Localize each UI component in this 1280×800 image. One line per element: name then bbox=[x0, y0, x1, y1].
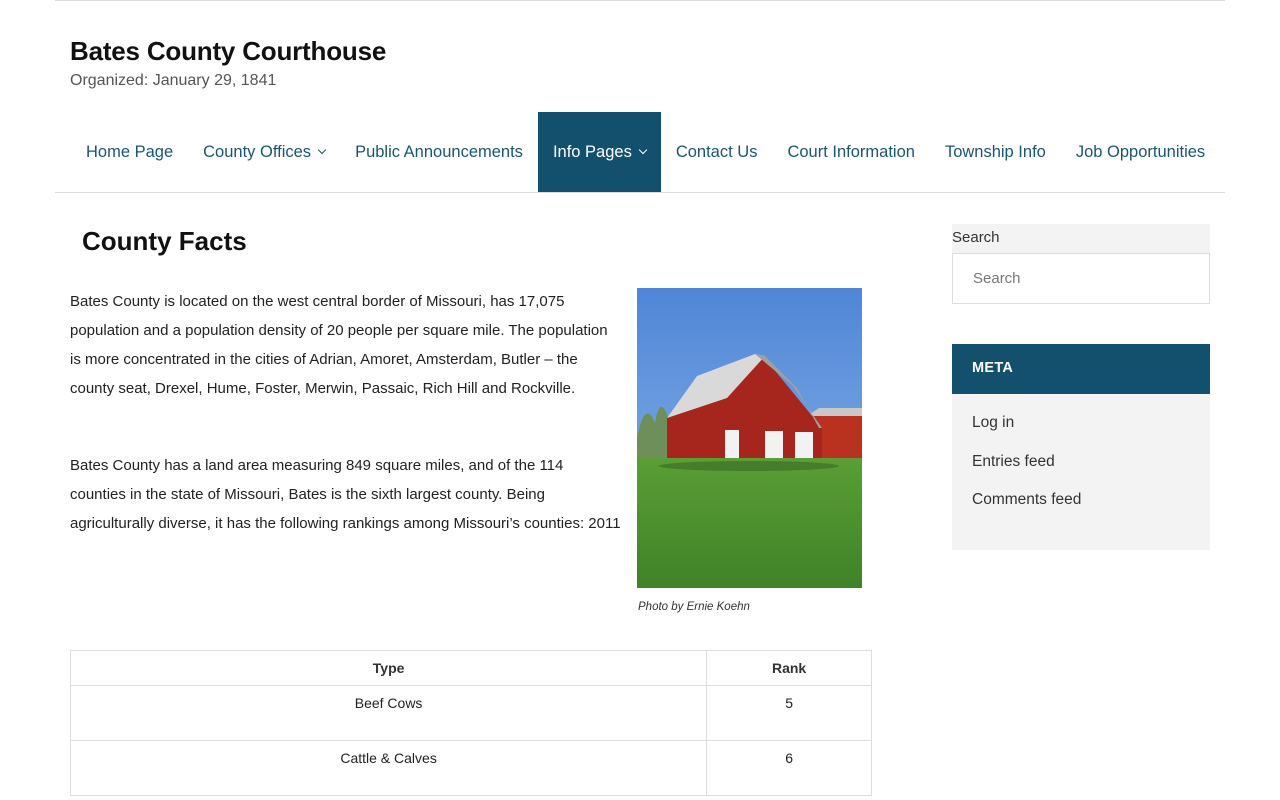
meta-links: Log in Entries feed Comments feed bbox=[952, 394, 1210, 530]
table-row: Beef Cows 5 bbox=[69, 685, 872, 741]
photo-caption: Photo by Ernie Koehn bbox=[638, 601, 750, 613]
entries-feed-link[interactable]: Entries feed bbox=[972, 453, 1210, 492]
main-navigation: Home Page County Offices Public Announce… bbox=[55, 112, 1225, 193]
nav-item-public-announcements[interactable]: Public Announcements bbox=[340, 112, 538, 192]
site-tagline: Organized: January 29, 1841 bbox=[70, 72, 277, 89]
barn-photo bbox=[637, 288, 862, 588]
table-cell-type: Cattle & Calves bbox=[69, 740, 708, 796]
site-title[interactable]: Bates County Courthouse bbox=[70, 36, 386, 67]
nav-item-label: Info Pages bbox=[552, 142, 632, 161]
table-cell-rank: 5 bbox=[706, 685, 872, 741]
nav-item-court-information[interactable]: Court Information bbox=[772, 112, 929, 192]
nav-item-label: Township Info bbox=[944, 142, 1046, 161]
search-widget: Search bbox=[952, 224, 1210, 304]
search-input[interactable] bbox=[952, 253, 1210, 304]
nav-item-label: Job Opportunities bbox=[1075, 142, 1206, 161]
page-title: County Facts bbox=[82, 226, 247, 256]
nav-item-info-pages[interactable]: Info Pages bbox=[537, 112, 661, 192]
nav-item-county-offices[interactable]: County Offices bbox=[188, 112, 340, 192]
table-cell-rank: 6 bbox=[706, 740, 872, 796]
rankings-table: Type Rank Beef Cows 5 Cattle & Calves 6 bbox=[69, 650, 872, 796]
nav-item-label: Court Information bbox=[787, 142, 915, 161]
nav-item-job-opportunities[interactable]: Job Opportunities bbox=[1061, 112, 1220, 192]
column-header-rank: Rank bbox=[706, 650, 872, 686]
nav-item-township-info[interactable]: Township Info bbox=[930, 112, 1061, 192]
table-row: Cattle & Calves 6 bbox=[69, 740, 872, 796]
nav-item-label: County Offices bbox=[203, 142, 312, 161]
table-cell-type: Beef Cows bbox=[69, 685, 708, 741]
nav-item-label: Contact Us bbox=[675, 142, 758, 161]
chevron-down-icon bbox=[638, 145, 648, 155]
search-label: Search bbox=[952, 229, 1000, 246]
intro-paragraph: Bates County is located on the west cent… bbox=[70, 293, 608, 397]
chevron-down-icon bbox=[317, 145, 327, 155]
log-in-link[interactable]: Log in bbox=[972, 414, 1210, 453]
top-border bbox=[55, 0, 1225, 1]
meta-widget-title: META bbox=[952, 344, 1210, 394]
nav-item-home-page[interactable]: Home Page bbox=[71, 112, 188, 192]
land-area-paragraph: Bates County has a land area measuring 8… bbox=[70, 457, 621, 532]
comments-feed-link[interactable]: Comments feed bbox=[972, 491, 1210, 530]
table-header-row: Type Rank bbox=[69, 650, 872, 686]
nav-item-label: Public Announcements bbox=[355, 142, 523, 161]
meta-widget: META Log in Entries feed Comments feed bbox=[952, 344, 1210, 550]
column-header-type: Type bbox=[69, 650, 708, 686]
nav-item-contact-us[interactable]: Contact Us bbox=[661, 112, 773, 192]
nav-item-label: Home Page bbox=[86, 142, 174, 161]
